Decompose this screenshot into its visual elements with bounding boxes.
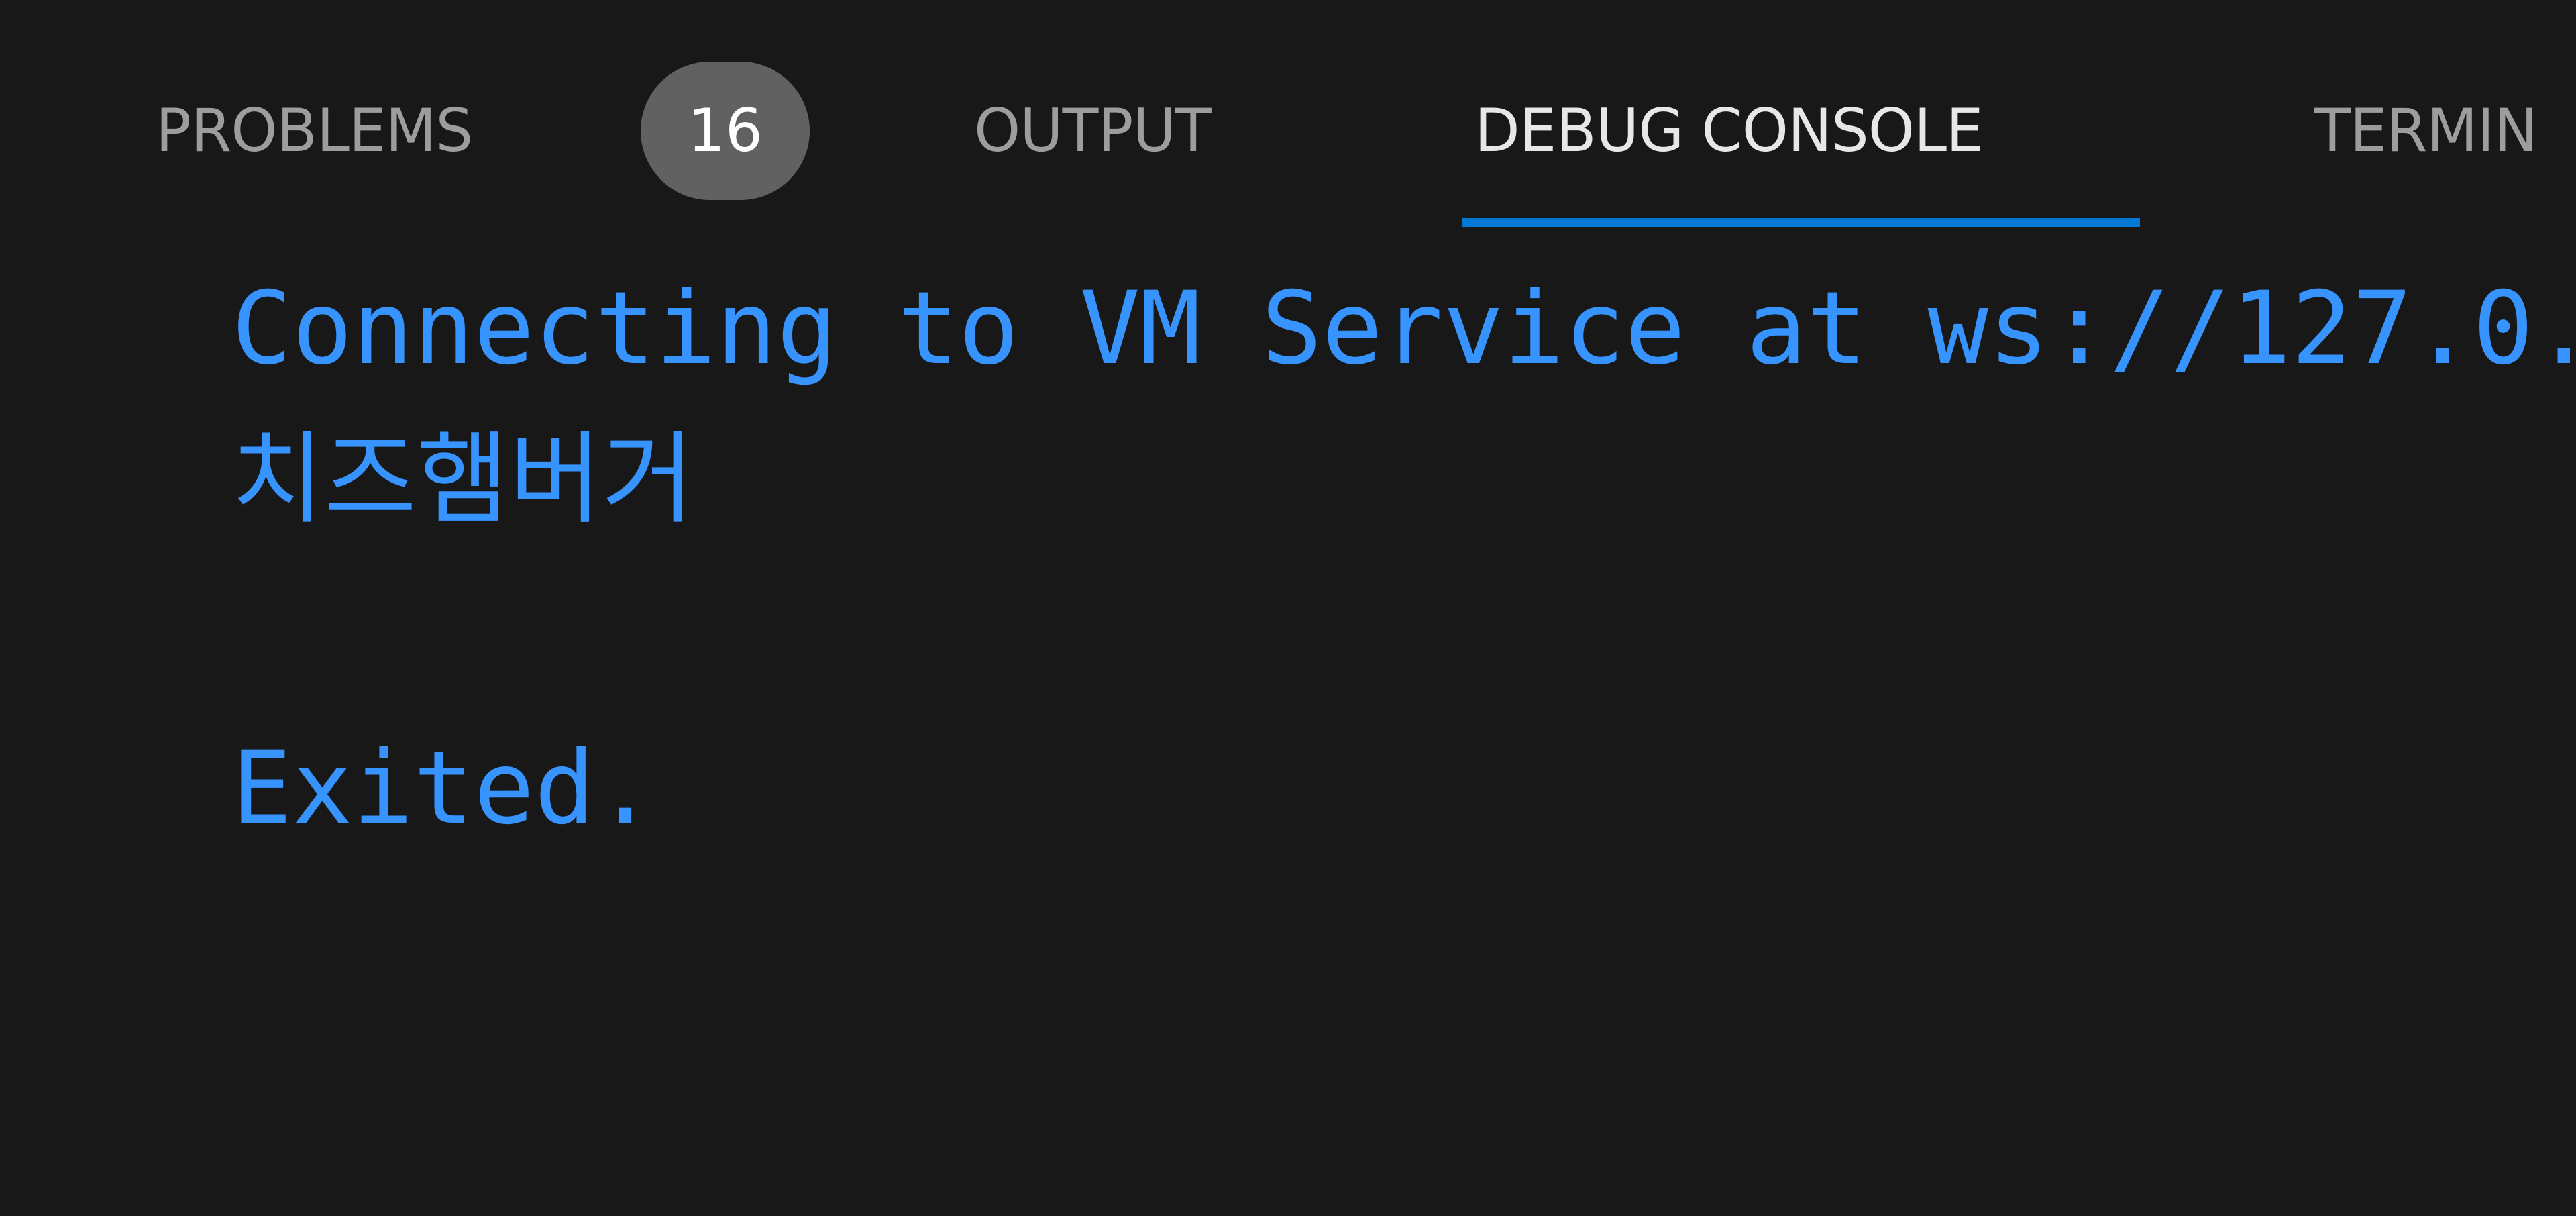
- debug-console-output[interactable]: Connecting to VM Service at ws://127.0.0…: [0, 242, 2576, 1216]
- console-line: Connecting to VM Service at ws://127.0.0: [231, 270, 2576, 387]
- active-tab-indicator: [1462, 218, 2140, 227]
- tab-problems[interactable]: PROBLEMS: [156, 87, 473, 174]
- bottom-panel: PROBLEMS 16 OUTPUT DEBUG CONSOLE TERMIN …: [0, 0, 2576, 1216]
- tab-output-label: OUTPUT: [974, 96, 1212, 165]
- tab-debug-console[interactable]: DEBUG CONSOLE: [1474, 87, 1984, 174]
- tab-debug-console-label: DEBUG CONSOLE: [1474, 96, 1984, 165]
- problems-count-badge: 16: [641, 62, 810, 200]
- console-line: 치즈햄버거: [231, 421, 695, 538]
- panel-tab-bar: PROBLEMS 16 OUTPUT DEBUG CONSOLE TERMIN: [0, 0, 2576, 235]
- tab-problems-label: PROBLEMS: [156, 96, 473, 165]
- tab-output[interactable]: OUTPUT: [974, 87, 1212, 174]
- console-line: Exited.: [231, 730, 656, 847]
- tab-terminal[interactable]: TERMIN: [2314, 87, 2538, 174]
- tab-terminal-label: TERMIN: [2314, 96, 2538, 165]
